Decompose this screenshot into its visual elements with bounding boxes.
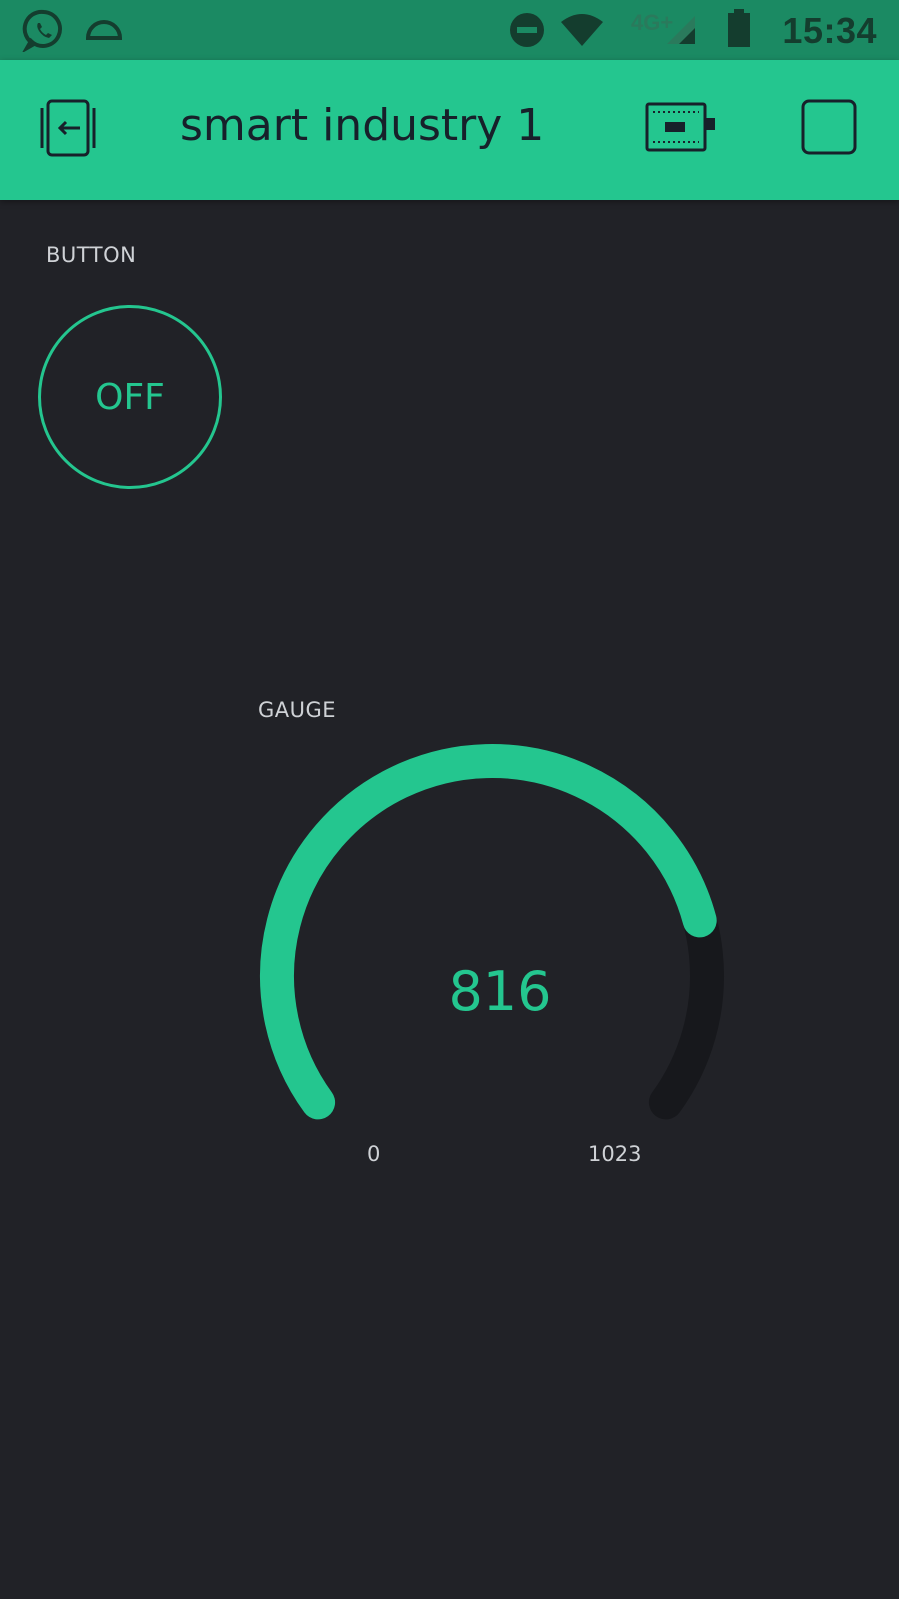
gauge-fill [260,743,717,1120]
status-bar: 4G+ 15:34 [0,0,899,60]
device-board-icon[interactable] [645,100,717,154]
power-button[interactable]: OFF [38,305,222,489]
do-not-disturb-icon [510,13,544,47]
gauge-widget-label: GAUGE [258,698,337,722]
gauge-max-label: 1023 [588,1142,642,1166]
status-time: 15:34 [782,10,877,51]
whatsapp-icon [22,9,62,52]
gauge-min-label: 0 [367,1142,381,1166]
project-title: smart industry 1 [180,100,545,151]
switch-project-icon[interactable] [38,98,100,160]
app-bar: smart industry 1 [0,60,899,200]
battery-icon [728,9,750,47]
play-stop-icon[interactable] [800,98,858,156]
wifi-icon [561,14,603,46]
semicircle-notification-icon [85,20,123,40]
button-widget-label: BUTTON [46,243,137,267]
power-button-state: OFF [95,376,165,418]
gauge-value: 816 [448,960,552,1023]
signal-icon [667,16,695,44]
